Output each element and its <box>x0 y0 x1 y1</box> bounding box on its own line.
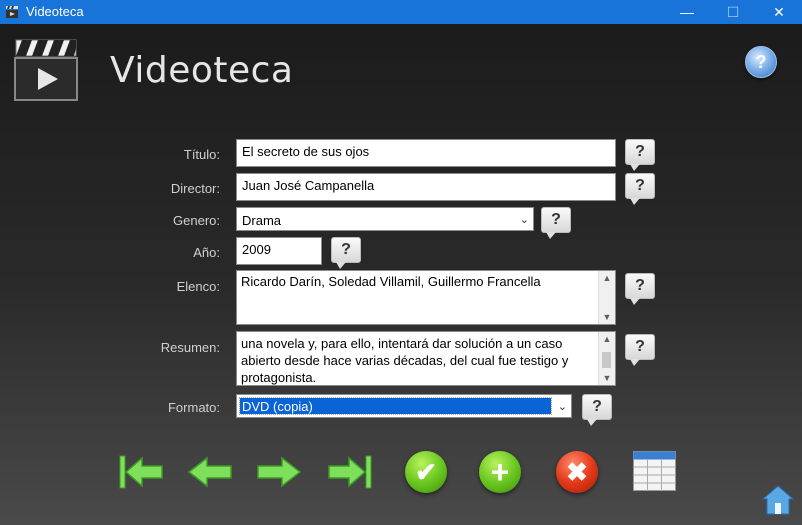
app-clapper-icon <box>6 6 18 18</box>
elenco-help-button[interactable]: ? <box>625 273 655 305</box>
delete-icon: ✖ <box>566 457 588 487</box>
anio-label: Año: <box>193 245 220 260</box>
home-icon[interactable] <box>762 484 794 516</box>
close-button[interactable]: ✕ <box>756 0 802 24</box>
anio-help-button[interactable]: ? <box>331 237 361 269</box>
elenco-textarea[interactable]: Ricardo Darín, Soledad Villamil, Guiller… <box>236 270 616 325</box>
previous-record-icon[interactable] <box>187 452 233 492</box>
elenco-value: Ricardo Darín, Soledad Villamil, Guiller… <box>241 274 541 289</box>
anio-value: 2009 <box>242 242 271 257</box>
formato-help-button[interactable]: ? <box>582 394 612 426</box>
help-icon[interactable]: ? <box>745 46 777 78</box>
scroll-down-icon[interactable]: ▼ <box>599 371 615 385</box>
accept-icon: ✔ <box>415 457 437 487</box>
director-value: Juan José Campanella <box>242 178 375 193</box>
titulo-label: Título: <box>183 147 220 162</box>
title-bar: Videoteca — ☐ ✕ <box>0 0 802 24</box>
accept-button[interactable]: ✔ <box>405 451 447 493</box>
anio-input[interactable]: 2009 <box>236 237 322 265</box>
page-title: Videoteca <box>110 50 294 91</box>
window-title: Videoteca <box>26 4 84 19</box>
genero-select[interactable]: Drama ⌄ <box>236 207 534 231</box>
app-clapper-icon <box>14 39 78 101</box>
resumen-value: una novela y, para ello, intentará dar s… <box>241 336 569 385</box>
resumen-scrollbar[interactable]: ▲ ▼ <box>598 332 615 385</box>
genero-value: Drama <box>242 213 282 228</box>
titulo-help-button[interactable]: ? <box>625 139 655 171</box>
scroll-thumb[interactable] <box>602 352 611 368</box>
resumen-label: Resumen: <box>160 340 220 355</box>
formato-select[interactable]: DVD (copia) ⌄ <box>236 394 572 418</box>
table-grid-icon[interactable] <box>633 451 676 491</box>
videoteca-window: Videoteca — ☐ ✕ Videoteca ? Título: El s… <box>0 0 802 525</box>
resumen-textarea[interactable]: una novela y, para ello, intentará dar s… <box>236 331 616 386</box>
scroll-up-icon[interactable]: ▲ <box>599 271 615 285</box>
minimize-button[interactable]: — <box>664 0 710 24</box>
director-label: Director: <box>170 181 220 196</box>
formato-value: DVD (copia) <box>239 397 552 415</box>
elenco-scrollbar[interactable]: ▲ ▼ <box>598 271 615 324</box>
first-record-icon[interactable] <box>118 452 164 492</box>
add-button[interactable]: + <box>479 451 521 493</box>
director-input[interactable]: Juan José Campanella <box>236 173 616 201</box>
chevron-down-icon: ⌄ <box>557 401 567 413</box>
formato-label: Formato: <box>167 400 220 415</box>
scroll-up-icon[interactable]: ▲ <box>599 332 615 346</box>
last-record-icon[interactable] <box>327 452 373 492</box>
genero-help-button[interactable]: ? <box>541 207 571 239</box>
resumen-help-button[interactable]: ? <box>625 334 655 366</box>
delete-button[interactable]: ✖ <box>556 451 598 493</box>
titulo-value: El secreto de sus ojos <box>242 144 370 159</box>
chevron-down-icon: ⌄ <box>519 214 529 226</box>
genero-label: Genero: <box>173 213 220 228</box>
titulo-input[interactable]: El secreto de sus ojos <box>236 139 616 167</box>
director-help-button[interactable]: ? <box>625 173 655 205</box>
next-record-icon[interactable] <box>256 452 302 492</box>
elenco-label: Elenco: <box>176 279 220 294</box>
add-icon: + <box>490 454 510 490</box>
maximize-button[interactable]: ☐ <box>710 0 756 24</box>
scroll-down-icon[interactable]: ▼ <box>599 310 615 324</box>
